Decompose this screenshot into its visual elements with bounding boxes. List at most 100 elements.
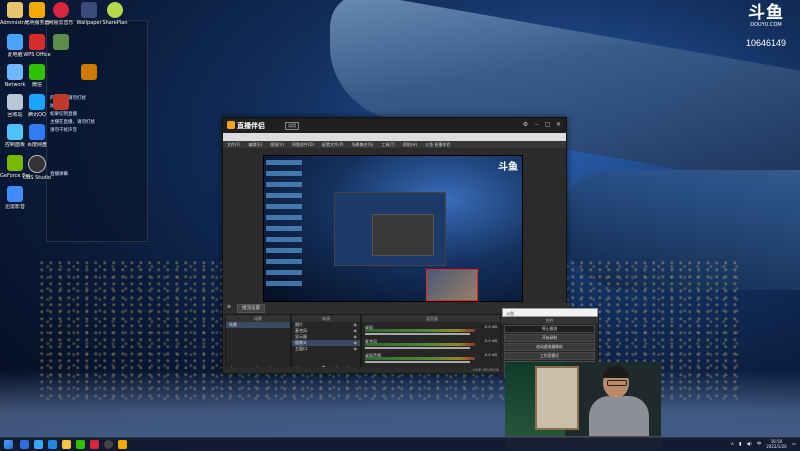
- start-recording-button[interactable]: 开始录制: [504, 334, 595, 342]
- mixer-db: 0.0 dB: [484, 352, 497, 357]
- taskbar: ∧ ▮ ◀) 中 16:50 2022/1/20 ▭: [0, 437, 800, 451]
- windows-start-icon[interactable]: [4, 440, 13, 449]
- douyu-watermark: 斗鱼 DOUYU.COM 10646149: [738, 4, 794, 48]
- obs-brand: 直播伴侣: [237, 122, 265, 130]
- menu-file[interactable]: 文件(F): [227, 141, 240, 148]
- mixer-header: 混音器: [362, 315, 502, 322]
- wallpaper-icon: [81, 2, 97, 18]
- glasses-icon: [607, 380, 627, 386]
- clock[interactable]: 16:50 2022/1/20: [766, 439, 787, 449]
- volume-meter: [365, 329, 475, 332]
- desktop-icon[interactable]: 百度网盘: [22, 124, 52, 148]
- shareplan-icon: [107, 2, 123, 18]
- controls-header: 控件: [501, 317, 598, 324]
- wechat-taskbar-icon[interactable]: [76, 440, 85, 449]
- desktop-icon[interactable]: [46, 94, 76, 112]
- webcam-shelf: [535, 366, 579, 430]
- stream-settings-button[interactable]: 推流设置: [237, 304, 266, 313]
- menu-edit[interactable]: 编辑(E): [248, 141, 262, 148]
- clock-date: 2022/1/20: [766, 444, 787, 449]
- mixer-channel: 桌面 0.0 dB: [365, 324, 499, 336]
- menu-help[interactable]: 帮助(H): [403, 141, 417, 148]
- menu-douyu[interactable]: 斗鱼·直播伴侣: [425, 141, 450, 148]
- cloud-drive-icon: [29, 124, 45, 140]
- scene-item[interactable]: 场景: [226, 322, 290, 328]
- desktop-icon[interactable]: 迅雷影音: [0, 186, 30, 210]
- scenes-dock: 场景 场景 + − ∧ ∨: [225, 314, 291, 374]
- input-language[interactable]: 中: [757, 441, 762, 447]
- app-icon: [53, 34, 69, 50]
- edge-icon[interactable]: [48, 440, 57, 449]
- trial-badge: 试用: [285, 122, 299, 130]
- maximize-icon[interactable]: □: [544, 121, 551, 128]
- volume-meter: [365, 343, 475, 346]
- platform-dropdown[interactable]: 斗鱼: [502, 308, 598, 317]
- streamer-hair: [603, 366, 629, 378]
- preview-webcam-source[interactable]: [426, 269, 478, 301]
- mixer-channel: 麦克风 0.0 dB: [365, 338, 499, 350]
- network-tray-icon[interactable]: ▮: [739, 442, 741, 447]
- source-label: 麦克风: [295, 328, 307, 333]
- obs-icon: [28, 155, 46, 173]
- desktop-icon[interactable]: 网易云音乐: [46, 2, 76, 26]
- desktop-icon[interactable]: OBS Studio: [22, 155, 52, 181]
- gear-icon[interactable]: ⚙: [227, 303, 231, 313]
- mixer-dock: 混音器 桌面 0.0 dB 麦克风 0.0 dB 桌面音频 0.0 dB: [361, 314, 503, 374]
- task-view-icon[interactable]: [34, 440, 43, 449]
- desktop-icon-label: 迅雷影音: [4, 204, 25, 210]
- obs-taskbar-icon[interactable]: [104, 440, 113, 449]
- file-explorer-icon[interactable]: [62, 440, 71, 449]
- desktop-icon-label: SharePlan: [102, 20, 128, 26]
- obs-preview[interactable]: 斗鱼: [263, 155, 523, 302]
- desktop-icon[interactable]: SharePlan: [100, 2, 130, 26]
- menu-view[interactable]: 视图(V): [270, 141, 284, 148]
- douyu-url: DOUYU.COM: [750, 22, 782, 28]
- recycle-bin-icon: [7, 94, 23, 110]
- notification-icon[interactable]: ▭: [792, 442, 796, 447]
- network-icon: [7, 64, 23, 80]
- wps-icon: [29, 34, 45, 50]
- menu-scene-collection[interactable]: 场景集合(S): [352, 141, 374, 148]
- close-icon[interactable]: ✕: [555, 121, 562, 128]
- douyu-taskbar-icon[interactable]: [118, 440, 127, 449]
- desktop-icon[interactable]: 微信: [22, 64, 52, 88]
- server-icon: [29, 2, 45, 18]
- source-label: 图片: [295, 322, 303, 327]
- stop-streaming-button[interactable]: 停止推流: [504, 325, 595, 333]
- source-label: 主窗口: [295, 346, 307, 351]
- wechat-icon: [29, 64, 45, 80]
- chevron-up-icon[interactable]: ∧: [731, 442, 734, 447]
- volume-slider[interactable]: [365, 347, 470, 349]
- obs-titlebar[interactable]: 直播伴侣 试用 ⚙ – □ ✕: [223, 118, 566, 133]
- source-label: 显示器: [295, 334, 307, 339]
- desktop-icon[interactable]: [74, 64, 104, 82]
- source-item[interactable]: 主窗口 ◉: [292, 346, 360, 352]
- studio-mode-button[interactable]: 工作室模式: [504, 352, 595, 360]
- volume-slider[interactable]: [365, 361, 470, 363]
- preview-douyu-logo: 斗鱼: [498, 162, 518, 173]
- menu-tools[interactable]: 工具(T): [381, 141, 395, 148]
- computer-icon: [7, 34, 23, 50]
- note-line: 直播弹幕: [50, 172, 68, 177]
- settings-icon[interactable]: ⚙: [522, 121, 529, 128]
- obs-subbar: [223, 133, 566, 141]
- menu-docks[interactable]: 停靠部件(D): [292, 141, 314, 148]
- minimize-icon[interactable]: –: [533, 121, 540, 128]
- scenes-header: 场景: [226, 315, 290, 322]
- player-icon: [7, 186, 23, 202]
- douyu-logo: 斗鱼: [748, 3, 784, 23]
- volume-tray-icon[interactable]: ◀): [747, 442, 752, 447]
- obs-menubar: 文件(F) 编辑(E) 视图(V) 停靠部件(D) 配置文件(P) 场景集合(S…: [223, 141, 566, 148]
- desktop-icon-label: WPS Office: [23, 52, 51, 58]
- desktop-icon-label: OBS Studio: [23, 175, 51, 181]
- search-icon[interactable]: [20, 440, 29, 449]
- virtual-camera-button[interactable]: 启动虚拟摄像机: [504, 343, 595, 351]
- app-icon: [81, 64, 97, 80]
- note-line: 主播在直播，请勿打扰: [50, 120, 95, 125]
- desktop-icon-label: 网易云音乐: [48, 20, 74, 26]
- netease-music-taskbar-icon[interactable]: [90, 440, 99, 449]
- volume-slider[interactable]: [365, 333, 470, 335]
- eye-icon[interactable]: ◉: [354, 346, 358, 352]
- desktop-icon[interactable]: [46, 34, 76, 52]
- menu-profile[interactable]: 配置文件(P): [322, 141, 344, 148]
